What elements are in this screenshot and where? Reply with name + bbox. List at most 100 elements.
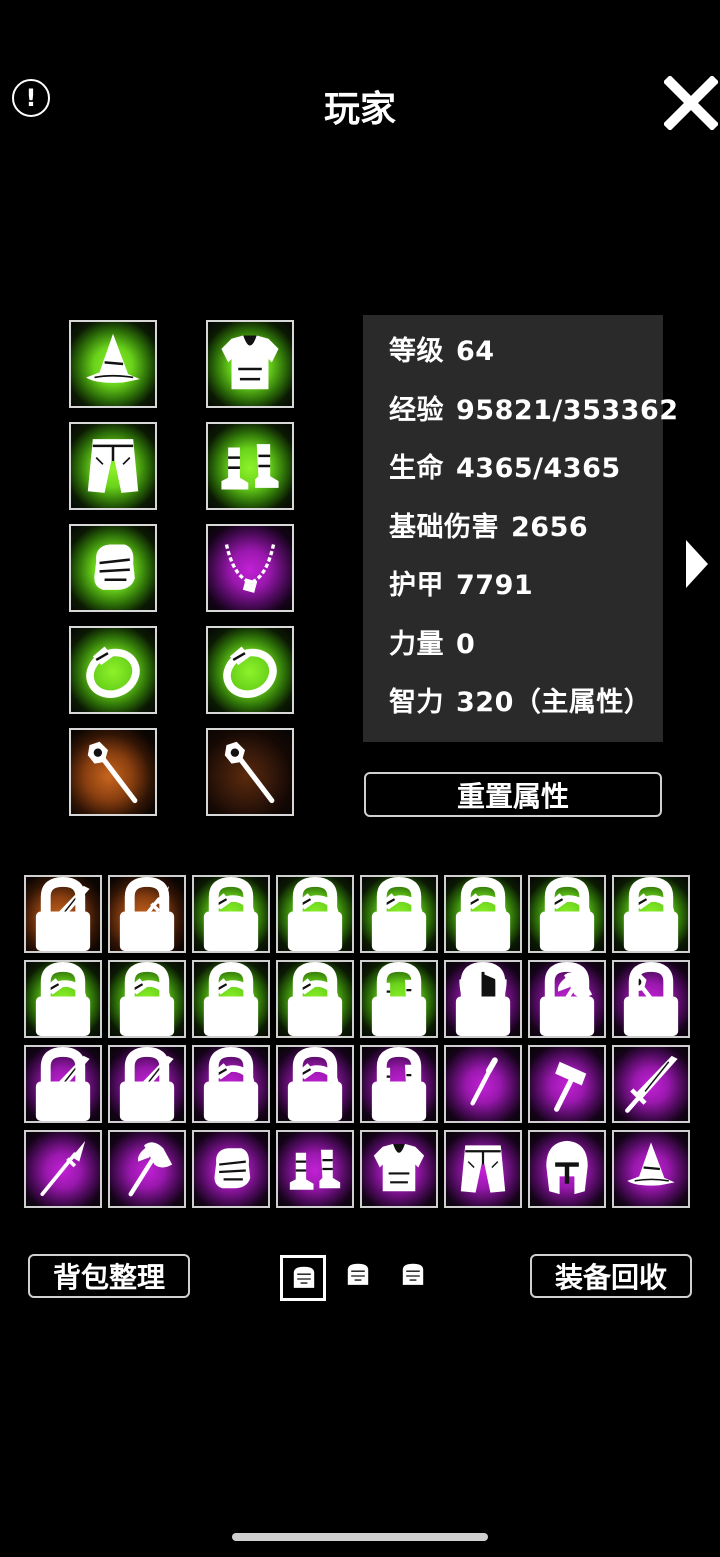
inventory-slot[interactable] (108, 960, 186, 1038)
page-title: 玩家 (323, 89, 396, 130)
stat-value: 0 (456, 628, 476, 660)
lock-icon (119, 962, 175, 1036)
inventory-slot[interactable] (612, 1130, 690, 1208)
lock-icon (203, 877, 259, 951)
lock-icon (287, 1047, 343, 1121)
ring-icon (86, 646, 140, 698)
staff-icon (224, 741, 275, 804)
stat-value: 64 (456, 336, 495, 367)
stat-label: 智力 (389, 687, 444, 718)
boots-icon (221, 444, 279, 490)
inventory-slot[interactable] (24, 875, 102, 953)
inventory-slot[interactable] (528, 875, 606, 953)
inventory-slot[interactable] (528, 960, 606, 1038)
boots-icon (289, 1149, 341, 1190)
inventory-slot[interactable] (276, 960, 354, 1038)
info-button[interactable]: ! (12, 79, 50, 117)
lock-icon (119, 877, 175, 951)
stat-value: 2656 (511, 511, 589, 543)
spear-icon (40, 1140, 86, 1197)
equip-slot-legs[interactable] (69, 422, 157, 510)
staff-icon (87, 741, 138, 804)
stat-label: 等级 (389, 336, 444, 367)
backpack-icon (347, 1263, 369, 1285)
stat-label: 力量 (389, 628, 444, 660)
equip-slot-body[interactable] (206, 320, 294, 408)
stat-label: 护甲 (389, 570, 444, 601)
inventory-slot[interactable] (444, 1045, 522, 1123)
inventory-slot[interactable] (612, 960, 690, 1038)
axe-icon (128, 1142, 173, 1197)
inventory-slot[interactable] (24, 1130, 102, 1208)
stat-row: 智力 320（主属性） (389, 680, 651, 719)
inventory-slot[interactable] (444, 960, 522, 1038)
reset-attributes-button[interactable]: 重置属性 (364, 772, 662, 817)
stat-label: 基础伤害 (389, 511, 499, 543)
lock-icon (203, 962, 259, 1036)
inventory-slot[interactable] (612, 1045, 690, 1123)
backpack-icon (402, 1263, 424, 1285)
armor-icon (221, 335, 279, 390)
glove-icon (214, 1148, 251, 1189)
lock-icon (35, 962, 91, 1036)
ring-icon (223, 646, 277, 698)
lock-icon (371, 1047, 427, 1121)
bag-page-1[interactable] (280, 1255, 326, 1301)
pants-icon (87, 439, 139, 493)
equip-slot-head[interactable] (69, 320, 157, 408)
equip-slot-neck[interactable] (206, 524, 294, 612)
stat-row: 生命 4365/4365 (389, 446, 621, 485)
inventory-slot[interactable] (108, 875, 186, 953)
stat-label: 经验 (389, 394, 444, 426)
lock-icon (287, 877, 343, 951)
lock-icon (203, 1047, 259, 1121)
lock-icon (287, 962, 343, 1036)
equip-slot-feet[interactable] (206, 422, 294, 510)
next-arrow-icon[interactable] (684, 538, 710, 590)
inventory-slot[interactable] (192, 1045, 270, 1123)
inventory-slot[interactable] (24, 1045, 102, 1123)
equip-slot-offhand[interactable] (206, 728, 294, 816)
inventory-slot[interactable] (108, 1045, 186, 1123)
inventory-slot[interactable] (276, 1045, 354, 1123)
stat-value: 4365/4365 (456, 453, 621, 484)
necklace-icon (224, 544, 276, 593)
stat-row: 等级 64 (389, 329, 495, 368)
lock-icon (371, 877, 427, 951)
hammer-icon (554, 1061, 587, 1112)
inventory-slot[interactable] (276, 875, 354, 953)
inventory-slot[interactable] (192, 960, 270, 1038)
equip-slot-hands[interactable] (69, 524, 157, 612)
inventory-slot[interactable] (360, 960, 438, 1038)
inventory-slot[interactable] (108, 1130, 186, 1208)
helmet-icon (546, 1140, 588, 1195)
hat-icon (627, 1142, 675, 1186)
inventory-slot[interactable] (360, 875, 438, 953)
equip-slot-ring1[interactable] (69, 626, 157, 714)
inventory-slot[interactable] (360, 1045, 438, 1123)
inventory-slot[interactable] (360, 1130, 438, 1208)
stat-value: 95821/353362 (456, 394, 679, 426)
inventory-slot[interactable] (444, 1130, 522, 1208)
bag-page-3[interactable] (392, 1255, 438, 1301)
close-icon[interactable] (664, 76, 718, 130)
equip-slot-weapon[interactable] (69, 728, 157, 816)
inventory-slot[interactable] (24, 960, 102, 1038)
inventory-slot[interactable] (528, 1130, 606, 1208)
lock-icon (539, 962, 595, 1036)
inventory-slot[interactable] (612, 875, 690, 953)
inventory-slot[interactable] (276, 1130, 354, 1208)
stat-value: 7791 (456, 570, 534, 601)
lock-icon (35, 1047, 91, 1121)
sort-bag-button[interactable]: 背包整理 (28, 1254, 190, 1298)
sword-icon (625, 1055, 678, 1113)
home-indicator (232, 1533, 488, 1541)
equip-slot-ring2[interactable] (206, 626, 294, 714)
inventory-slot[interactable] (528, 1045, 606, 1123)
recycle-equipment-button[interactable]: 装备回收 (530, 1254, 692, 1298)
inventory-slot[interactable] (192, 1130, 270, 1208)
bag-page-2[interactable] (337, 1255, 383, 1301)
inventory-slot[interactable] (192, 875, 270, 953)
stat-row: 力量 0 (389, 622, 475, 661)
inventory-slot[interactable] (444, 875, 522, 953)
